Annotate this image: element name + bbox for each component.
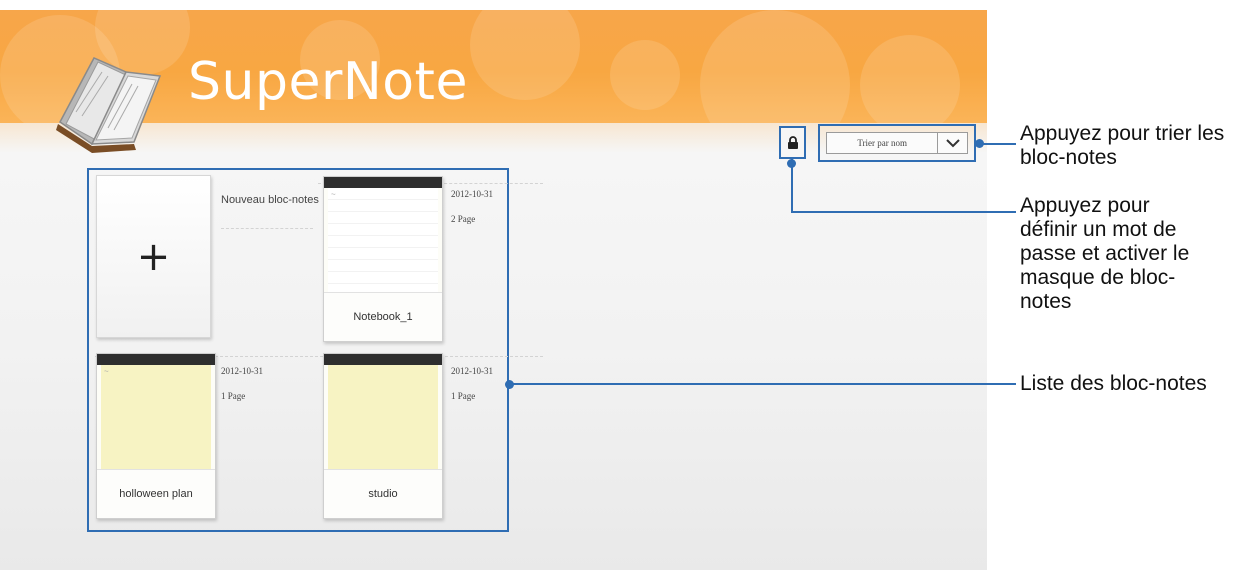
notebook-title: studio [324, 469, 442, 518]
book-logo-icon [48, 32, 178, 157]
chevron-down-icon[interactable] [937, 133, 967, 153]
lock-icon [787, 135, 798, 149]
notebook-title: holloween plan [97, 469, 215, 518]
callout-dot [505, 380, 514, 389]
callout-list-text: Liste des bloc-notes [1020, 372, 1207, 395]
new-notebook-button[interactable]: + [96, 175, 211, 338]
callout-line [512, 383, 1016, 385]
plus-icon: + [136, 233, 171, 280]
notebook-card[interactable]: ~ Notebook_1 [323, 176, 443, 342]
callout-sort-text: Appuyez pour trier les bloc-notes [1020, 122, 1225, 169]
notebook-date: 2012-10-31 [451, 189, 493, 199]
sort-dropdown[interactable]: Trier par nom [826, 132, 968, 154]
notebook-page-count: 1 Page [451, 391, 476, 401]
notebook-title: Notebook_1 [324, 292, 442, 341]
notebook-card[interactable]: studio [323, 353, 443, 519]
notebook-cover: ~ [328, 188, 438, 292]
callout-dot [787, 159, 796, 168]
app-title: SuperNote [188, 52, 468, 112]
divider [221, 228, 313, 229]
callout-line [980, 143, 1016, 145]
sort-label: Trier par nom [857, 138, 908, 148]
notebook-page-count: 1 Page [221, 391, 246, 401]
callout-dot [975, 139, 984, 148]
notebook-card[interactable]: ~ holloween plan [96, 353, 216, 519]
notebook-page-count: 2 Page [451, 214, 476, 224]
lock-button[interactable] [779, 126, 806, 159]
notebook-cover: ~ [101, 365, 211, 469]
callout-lock-text: Appuyez pour définir un mot de passe et … [1020, 194, 1190, 313]
notebook-cover [328, 365, 438, 469]
notebook-date: 2012-10-31 [221, 366, 263, 376]
callout-line [791, 211, 1016, 213]
sort-control: Trier par nom [818, 124, 976, 162]
notebook-date: 2012-10-31 [451, 366, 493, 376]
new-notebook-label: Nouveau bloc-notes [221, 194, 319, 206]
